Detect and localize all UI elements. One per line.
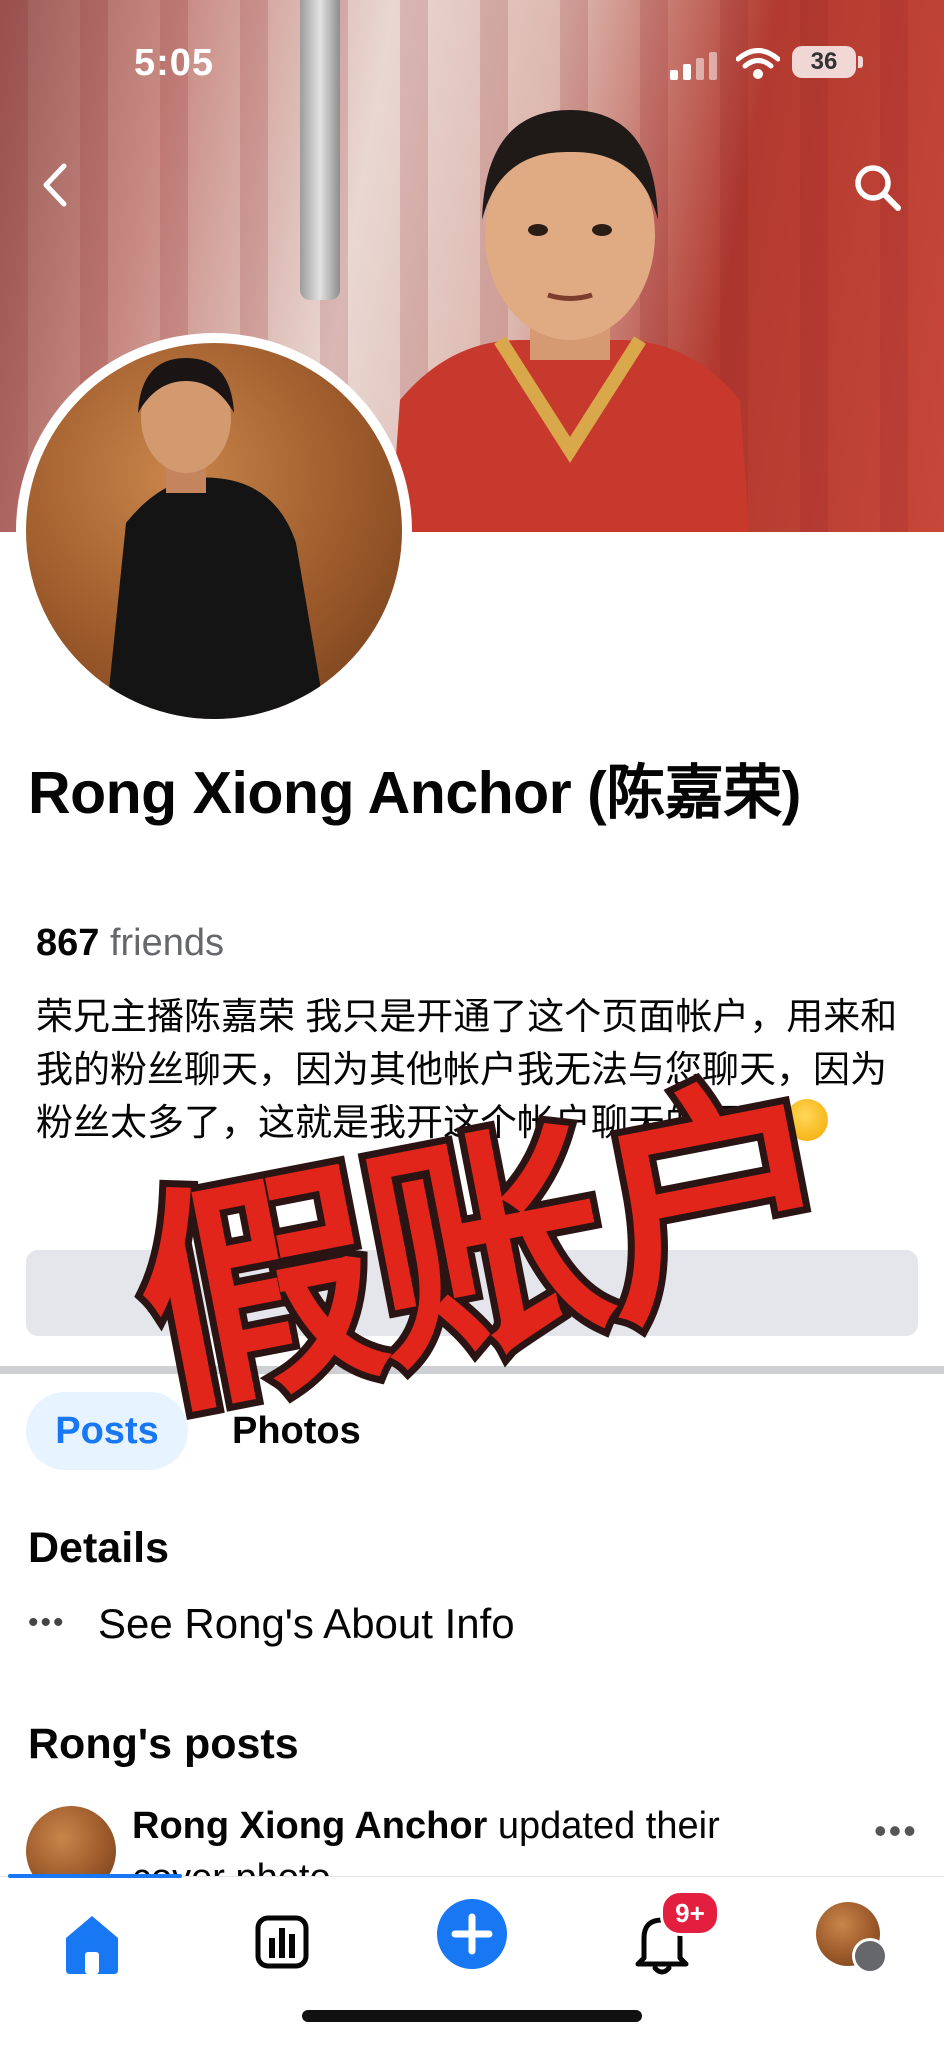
home-icon[interactable] bbox=[52, 1902, 132, 1982]
friends-number: 867 bbox=[36, 922, 100, 964]
battery-tip bbox=[858, 56, 863, 68]
avatar-person bbox=[106, 358, 326, 719]
friends-label: friends bbox=[109, 922, 225, 964]
signal-icon bbox=[670, 52, 717, 80]
search-icon[interactable] bbox=[850, 160, 906, 216]
bio-text: 荣兄主播陈嘉荣 我只是开通了这个页面帐户，用来和我的粉丝聊天，因为其他帐户我无法… bbox=[36, 996, 898, 1143]
post-header[interactable]: Rong Xiong Anchor updated their cover ph… bbox=[132, 1800, 792, 1878]
back-icon[interactable] bbox=[36, 160, 76, 210]
dashboard-icon[interactable] bbox=[242, 1902, 322, 1982]
wifi-icon bbox=[736, 48, 780, 79]
profile-picture[interactable] bbox=[16, 333, 412, 729]
details-heading: Details bbox=[28, 1524, 170, 1572]
profile-bio: 荣兄主播陈嘉荣 我只是开通了这个页面帐户，用来和我的粉丝聊天，因为其他帐户我无法… bbox=[36, 990, 916, 1149]
status-time: 5:05 bbox=[134, 42, 215, 84]
post-options-icon[interactable]: ••• bbox=[874, 1810, 918, 1852]
about-info-label: See Rong's About Info bbox=[98, 1600, 515, 1647]
section-divider bbox=[0, 1366, 944, 1374]
create-icon[interactable] bbox=[437, 1899, 507, 1969]
status-bar: 5:05 36 bbox=[0, 38, 944, 88]
menu-badge-icon bbox=[852, 1938, 888, 1974]
heart-eyes-emoji-icon bbox=[786, 1099, 828, 1141]
plus-icon bbox=[451, 1913, 493, 1955]
profile-picture-image bbox=[26, 343, 402, 719]
home-indicator bbox=[302, 2010, 642, 2022]
cover-person-image bbox=[390, 110, 750, 532]
profile-action-button[interactable] bbox=[26, 1250, 918, 1336]
tab-photos[interactable]: Photos bbox=[232, 1392, 361, 1470]
more-dots-icon: ••• bbox=[28, 1606, 66, 1639]
friends-count[interactable]: 867 friends bbox=[36, 922, 224, 965]
posts-heading: Rong's posts bbox=[28, 1720, 299, 1768]
active-tab-indicator bbox=[8, 1874, 182, 1878]
tab-posts[interactable]: Posts bbox=[26, 1392, 188, 1470]
battery-indicator: 36 bbox=[792, 46, 856, 78]
profile-name: Rong Xiong Anchor (陈嘉荣) bbox=[28, 760, 801, 826]
post-author[interactable]: Rong Xiong Anchor bbox=[132, 1805, 487, 1847]
notifications-badge: 9+ bbox=[660, 1890, 720, 1936]
